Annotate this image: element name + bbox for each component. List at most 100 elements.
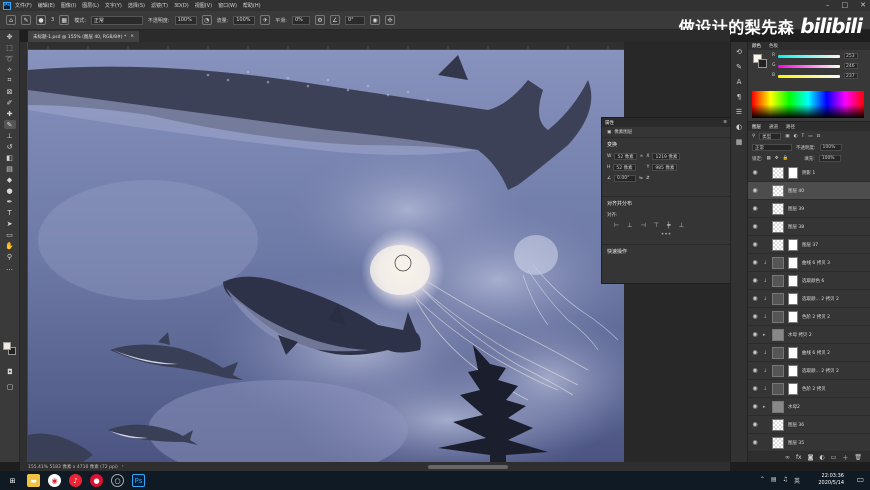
- lock-position-icon[interactable]: ✥: [775, 156, 779, 161]
- visibility-eye-icon[interactable]: ◉: [751, 385, 759, 392]
- layer-name[interactable]: 色阶 2 拷贝: [802, 386, 826, 392]
- panel-menu-icon[interactable]: ≡: [723, 120, 727, 125]
- shape-tool-icon[interactable]: ▭: [4, 230, 16, 239]
- zoom-tool-icon[interactable]: ⚲: [4, 252, 16, 261]
- layer-name[interactable]: 曲线 6 拷贝 2: [802, 350, 830, 356]
- layer-thumbnail[interactable]: [772, 184, 784, 197]
- brush-preset-icon[interactable]: ●: [36, 15, 46, 25]
- layer-row[interactable]: ◉ ↓ 选取颜... 2 拷贝 2: [748, 362, 870, 380]
- history-icon[interactable]: ⟲: [734, 47, 744, 57]
- quick-select-tool-icon[interactable]: ✧: [4, 65, 16, 74]
- volume-icon[interactable]: ♫: [783, 476, 788, 485]
- swatches-tab[interactable]: 色板: [769, 43, 778, 49]
- paragraph-icon[interactable]: ¶: [734, 92, 744, 102]
- layer-row[interactable]: ◉ 图层 40: [748, 182, 870, 200]
- airbrush-icon[interactable]: ✈: [260, 15, 271, 25]
- layer-mask-thumbnail[interactable]: [788, 238, 798, 251]
- delete-layer-icon[interactable]: 🗑: [854, 454, 862, 461]
- align-center-icon[interactable]: ⊥: [627, 222, 632, 229]
- new-layer-icon[interactable]: ＋: [842, 453, 848, 462]
- layer-thumbnail[interactable]: [772, 238, 784, 251]
- blur-tool-icon[interactable]: ◆: [4, 175, 16, 184]
- layer-row[interactable]: ◉ ▸ 水母 拷贝 2: [748, 326, 870, 344]
- move-tool-icon[interactable]: ✥: [4, 32, 16, 41]
- foreground-color-swatch[interactable]: [3, 342, 11, 350]
- fx-icon[interactable]: fx: [796, 454, 802, 461]
- add-mask-icon[interactable]: ◙: [808, 454, 814, 461]
- align-middle-icon[interactable]: ╪: [667, 222, 671, 229]
- layer-name[interactable]: 水母 拷贝 2: [788, 332, 812, 338]
- layer-mask-thumbnail[interactable]: [788, 364, 798, 377]
- layer-thumbnail[interactable]: [772, 364, 784, 377]
- color-spectrum[interactable]: [752, 91, 864, 118]
- photoshop-taskbar-icon[interactable]: Ps: [132, 474, 145, 487]
- layer-mask-thumbnail[interactable]: [788, 256, 798, 269]
- layer-row[interactable]: ◉ ↓ 色阶 2 拷贝 2: [748, 308, 870, 326]
- layer-mask-thumbnail[interactable]: [788, 382, 798, 395]
- lock-all-icon[interactable]: 🔒: [783, 156, 789, 161]
- color-tab[interactable]: 颜色: [752, 43, 761, 49]
- angle-icon[interactable]: ∠: [329, 15, 340, 25]
- photoshop-app-icon[interactable]: Ps: [3, 1, 11, 10]
- netease-music-icon[interactable]: ♪: [69, 474, 82, 487]
- layer-mask-thumbnail[interactable]: [788, 274, 798, 287]
- horizontal-scrollbar[interactable]: [427, 464, 508, 469]
- layer-row[interactable]: ◉ ↓ 选取颜... 2 拷贝 2: [748, 290, 870, 308]
- angle-field[interactable]: 0°: [344, 15, 365, 25]
- status-arrow-icon[interactable]: ›: [122, 464, 124, 469]
- layer-thumbnail[interactable]: [772, 418, 784, 431]
- layer-thumbnail[interactable]: [772, 256, 784, 269]
- dodge-tool-icon[interactable]: ●: [4, 186, 16, 195]
- brush-settings-icon[interactable]: ▦: [59, 15, 70, 25]
- group-expand-icon[interactable]: ▸: [763, 332, 768, 338]
- file-explorer-icon[interactable]: ▬: [27, 474, 40, 487]
- eyedropper-tool-icon[interactable]: ✐: [4, 98, 16, 107]
- properties-icon[interactable]: ☰: [734, 107, 744, 117]
- layer-thumbnail[interactable]: [772, 166, 784, 179]
- app-red-icon[interactable]: ●: [90, 474, 103, 487]
- close-tab-icon[interactable]: ×: [130, 34, 134, 39]
- hand-tool-icon[interactable]: ✋: [4, 241, 16, 250]
- menu-edit[interactable]: 编辑(E): [38, 2, 55, 9]
- maximize-icon[interactable]: □: [842, 1, 849, 9]
- menu-select[interactable]: 选择(S): [128, 2, 145, 9]
- brush-tool-icon[interactable]: ✎: [3, 120, 16, 129]
- align-left-icon[interactable]: ⊢: [614, 222, 619, 229]
- red-slider[interactable]: [778, 55, 840, 58]
- channels-tab[interactable]: 通道: [769, 124, 778, 130]
- pen-tool-icon[interactable]: ✒: [4, 197, 16, 206]
- canvas[interactable]: [28, 50, 624, 462]
- visibility-eye-icon[interactable]: ◉: [751, 223, 759, 230]
- frame-tool-icon[interactable]: ⊠: [4, 87, 16, 96]
- color-bg-swatch[interactable]: [758, 59, 767, 68]
- clock[interactable]: 22:03:36 2020/5/14: [818, 473, 844, 487]
- windows-start-icon[interactable]: ⊞: [6, 474, 19, 487]
- menu-image[interactable]: 图像(I): [61, 2, 76, 9]
- align-section-title[interactable]: 对齐并分布: [602, 196, 730, 210]
- layer-row[interactable]: ◉ ↓ 曲线 6 拷贝 3: [748, 254, 870, 272]
- visibility-eye-icon[interactable]: ◉: [751, 349, 759, 356]
- blend-mode-select[interactable]: 正常: [752, 144, 792, 151]
- lasso-tool-icon[interactable]: ➰: [4, 54, 16, 63]
- visibility-eye-icon[interactable]: ◉: [751, 277, 759, 284]
- layer-row[interactable]: ◉ 图层 37: [748, 236, 870, 254]
- paths-tab[interactable]: 路径: [786, 124, 795, 130]
- app-circle-icon[interactable]: ○: [111, 474, 124, 487]
- character-icon[interactable]: A: [734, 77, 744, 87]
- x-field[interactable]: 1219 像素: [652, 153, 681, 160]
- layer-name[interactable]: 选取颜色 6: [802, 278, 824, 284]
- home-icon[interactable]: ⌂: [6, 15, 16, 25]
- brush-tool-icon[interactable]: ✎: [21, 15, 31, 25]
- chrome-icon[interactable]: ◉: [48, 474, 61, 487]
- blue-value[interactable]: 237: [844, 73, 858, 79]
- gradient-tool-icon[interactable]: ▤: [4, 164, 16, 173]
- layer-row[interactable]: ◉ ↓ 选取颜色 6: [748, 272, 870, 290]
- green-value[interactable]: 246: [844, 63, 858, 69]
- new-group-icon[interactable]: ▭: [831, 454, 837, 461]
- link-icon[interactable]: ∞: [640, 154, 644, 159]
- layer-thumbnail[interactable]: [772, 346, 784, 359]
- menu-view[interactable]: 视图(V): [195, 2, 212, 9]
- visibility-eye-icon[interactable]: ◉: [751, 313, 759, 320]
- libraries-icon[interactable]: ▦: [734, 137, 744, 147]
- align-bottom-icon[interactable]: ⊥: [679, 222, 684, 229]
